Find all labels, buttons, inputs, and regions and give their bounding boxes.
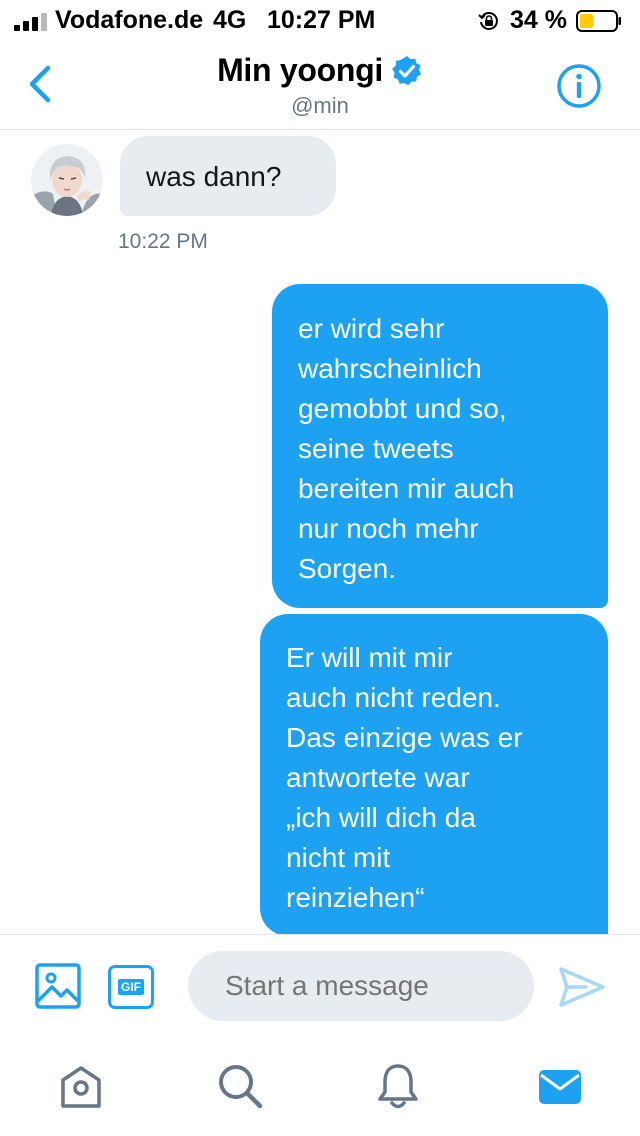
gif-label: GIF — [118, 979, 144, 995]
send-icon[interactable] — [558, 965, 606, 1009]
search-icon[interactable] — [216, 1062, 264, 1110]
outgoing-message-bubble[interactable]: er wird sehr wahrscheinlich gemobbt und … — [272, 284, 608, 608]
message-line: Das einzige was er — [286, 722, 523, 753]
outgoing-message-bubble[interactable]: Er will mit mir auch nicht reden. Das ei… — [260, 614, 608, 936]
message-line: nicht mit — [286, 842, 391, 873]
message-composer: GIF — [0, 934, 640, 1038]
avatar[interactable] — [31, 144, 103, 216]
message-line: seine tweets — [298, 433, 454, 464]
message-line: Er will mit mir — [286, 642, 453, 673]
message-line: gemobbt und so, — [298, 393, 507, 424]
conversation-title[interactable]: Min yoongi @min — [0, 52, 640, 119]
battery-percentage: 34 % — [510, 6, 567, 34]
image-icon[interactable] — [35, 963, 81, 1009]
display-name: Min yoongi — [217, 52, 383, 88]
message-line: Sorgen. — [298, 553, 397, 584]
rotation-lock-icon — [478, 12, 498, 30]
carrier-name: Vodafone.de — [55, 6, 204, 34]
verified-badge-icon — [392, 55, 421, 85]
gif-button[interactable]: GIF — [108, 965, 154, 1009]
message-timestamp: 10:22 PM — [118, 230, 208, 253]
incoming-message-text: was dann? — [146, 161, 282, 192]
dm-screen: Vodafone.de 4G 10:27 PM 34 % Min yoongi — [0, 0, 640, 1136]
incoming-message-bubble[interactable]: was dann? — [120, 136, 336, 216]
message-input[interactable] — [188, 951, 534, 1021]
signal-strength-icon — [14, 13, 48, 31]
tab-bar — [0, 1038, 640, 1136]
user-handle: @min — [291, 93, 349, 118]
status-bar: Vodafone.de 4G 10:27 PM 34 % — [0, 0, 640, 40]
status-time: 10:27 PM — [267, 6, 376, 34]
message-line: wahrscheinlich — [298, 353, 482, 384]
bell-icon[interactable] — [374, 1062, 422, 1110]
mail-icon[interactable] — [536, 1062, 584, 1110]
message-line: reinziehen“ — [286, 882, 425, 913]
battery-icon — [576, 10, 621, 32]
message-line: „ich will dich da — [286, 802, 476, 833]
info-icon[interactable] — [556, 63, 602, 109]
conversation-header: Min yoongi @min — [0, 40, 640, 130]
message-line: er wird sehr — [298, 313, 445, 344]
message-line: bereiten mir auch — [298, 473, 515, 504]
message-line: antwortete war — [286, 762, 470, 793]
network-type: 4G — [213, 6, 247, 34]
message-line: auch nicht reden. — [286, 682, 501, 713]
message-line: nur noch mehr — [298, 513, 479, 544]
home-icon[interactable] — [57, 1062, 105, 1110]
